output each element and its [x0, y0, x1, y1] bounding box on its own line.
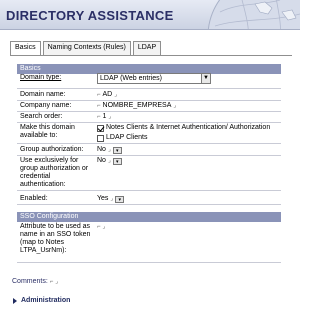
tab-naming-contexts[interactable]: Naming Contexts (Rules) — [42, 41, 131, 55]
row-divider — [17, 122, 281, 123]
expand-triangle-icon — [13, 297, 17, 304]
domain-type-select[interactable]: LDAP (Web entries) ▼ — [97, 73, 211, 84]
tab-divider — [10, 55, 292, 56]
domain-name-label: Domain name: — [20, 91, 66, 98]
dropdown-button-icon[interactable]: ▾ — [112, 157, 122, 165]
field-close-bracket-icon: ⌟ — [110, 196, 114, 202]
tab-ldap[interactable]: LDAP — [132, 41, 162, 55]
comments-row[interactable]: Comments: ⌐ ⌟ — [12, 278, 58, 285]
domain-name-field[interactable]: ⌐ AD ⌟ — [97, 91, 117, 99]
field-close-bracket-icon: ⌟ — [107, 147, 111, 153]
chevron-down-icon: ▼ — [201, 74, 210, 83]
sso-attribute-label: Attribute to be used as name in an SSO t… — [20, 223, 91, 254]
row-divider — [17, 155, 281, 156]
field-close-bracket-icon: ⌟ — [173, 103, 177, 109]
field-open-bracket-icon: ⌐ — [49, 279, 54, 285]
field-open-bracket-icon: ⌐ — [97, 114, 101, 120]
page-header: DIRECTORY ASSISTANCE — [0, 0, 300, 30]
field-close-bracket-icon: ⌟ — [55, 279, 59, 285]
row-divider — [17, 111, 281, 112]
notes-clients-option-label: Notes Clients & Internet Authentication/… — [106, 124, 271, 131]
use-exclusively-field[interactable]: No ⌟ ▾ — [97, 157, 122, 165]
tab-basics[interactable]: Basics — [10, 41, 41, 56]
search-order-field[interactable]: ⌐ 1 ⌟ — [97, 113, 111, 121]
row-divider — [17, 262, 281, 263]
administration-section-toggle[interactable]: Administration — [13, 297, 70, 304]
ldap-clients-option-label: LDAP Clients — [106, 134, 148, 141]
domain-name-value: AD — [102, 91, 113, 98]
domain-type-value: LDAP (Web entries) — [100, 75, 162, 82]
sso-section-header: SSO Configuration — [17, 212, 281, 222]
tab-bar: Basics Naming Contexts (Rules) LDAP — [10, 41, 162, 56]
row-divider — [17, 204, 281, 205]
ldap-clients-option[interactable]: LDAP Clients — [97, 134, 148, 142]
group-auth-label: Group authorization: — [20, 146, 84, 153]
ldap-clients-checkbox[interactable] — [97, 134, 104, 142]
field-open-bracket-icon: ⌐ — [97, 224, 101, 230]
globe-graphic — [207, 0, 300, 29]
row-divider — [17, 100, 281, 101]
row-divider — [17, 190, 281, 191]
dropdown-button-icon[interactable]: ▾ — [115, 195, 125, 203]
company-name-field[interactable]: ⌐ NOMBRE_EMPRESA ⌟ — [97, 102, 176, 110]
enabled-field[interactable]: Yes ⌟ ▾ — [97, 195, 125, 203]
enabled-value: Yes — [97, 195, 109, 202]
use-exclusively-value: No — [97, 157, 106, 164]
field-open-bracket-icon: ⌐ — [97, 92, 101, 98]
field-close-bracket-icon: ⌟ — [114, 92, 118, 98]
group-auth-value: No — [97, 146, 106, 153]
dropdown-button-icon[interactable]: ▾ — [112, 146, 122, 154]
row-divider — [17, 143, 281, 144]
search-order-label: Search order: — [20, 113, 63, 120]
domain-type-label: Domain type: — [20, 74, 62, 81]
search-order-value: 1 — [102, 113, 107, 120]
use-exclusively-label: Use exclusively for group authorization … — [20, 157, 89, 188]
sso-attribute-field[interactable]: ⌐ ⌟ — [97, 223, 105, 231]
row-divider — [17, 88, 281, 89]
make-available-label: Make this domain available to: — [20, 124, 75, 139]
comments-label: Comments: — [12, 278, 48, 285]
field-close-bracket-icon: ⌟ — [102, 224, 106, 230]
page-title: DIRECTORY ASSISTANCE — [6, 8, 174, 23]
field-close-bracket-icon: ⌟ — [107, 158, 111, 164]
field-close-bracket-icon: ⌟ — [108, 114, 112, 120]
group-auth-field[interactable]: No ⌟ ▾ — [97, 146, 122, 154]
notes-clients-option[interactable]: Notes Clients & Internet Authentication/… — [97, 124, 270, 132]
administration-label: Administration — [21, 297, 71, 304]
field-open-bracket-icon: ⌐ — [97, 103, 101, 109]
company-name-label: Company name: — [20, 102, 72, 109]
company-name-value: NOMBRE_EMPRESA — [102, 102, 172, 109]
notes-clients-checkbox[interactable] — [97, 124, 104, 132]
enabled-label: Enabled: — [20, 195, 48, 202]
